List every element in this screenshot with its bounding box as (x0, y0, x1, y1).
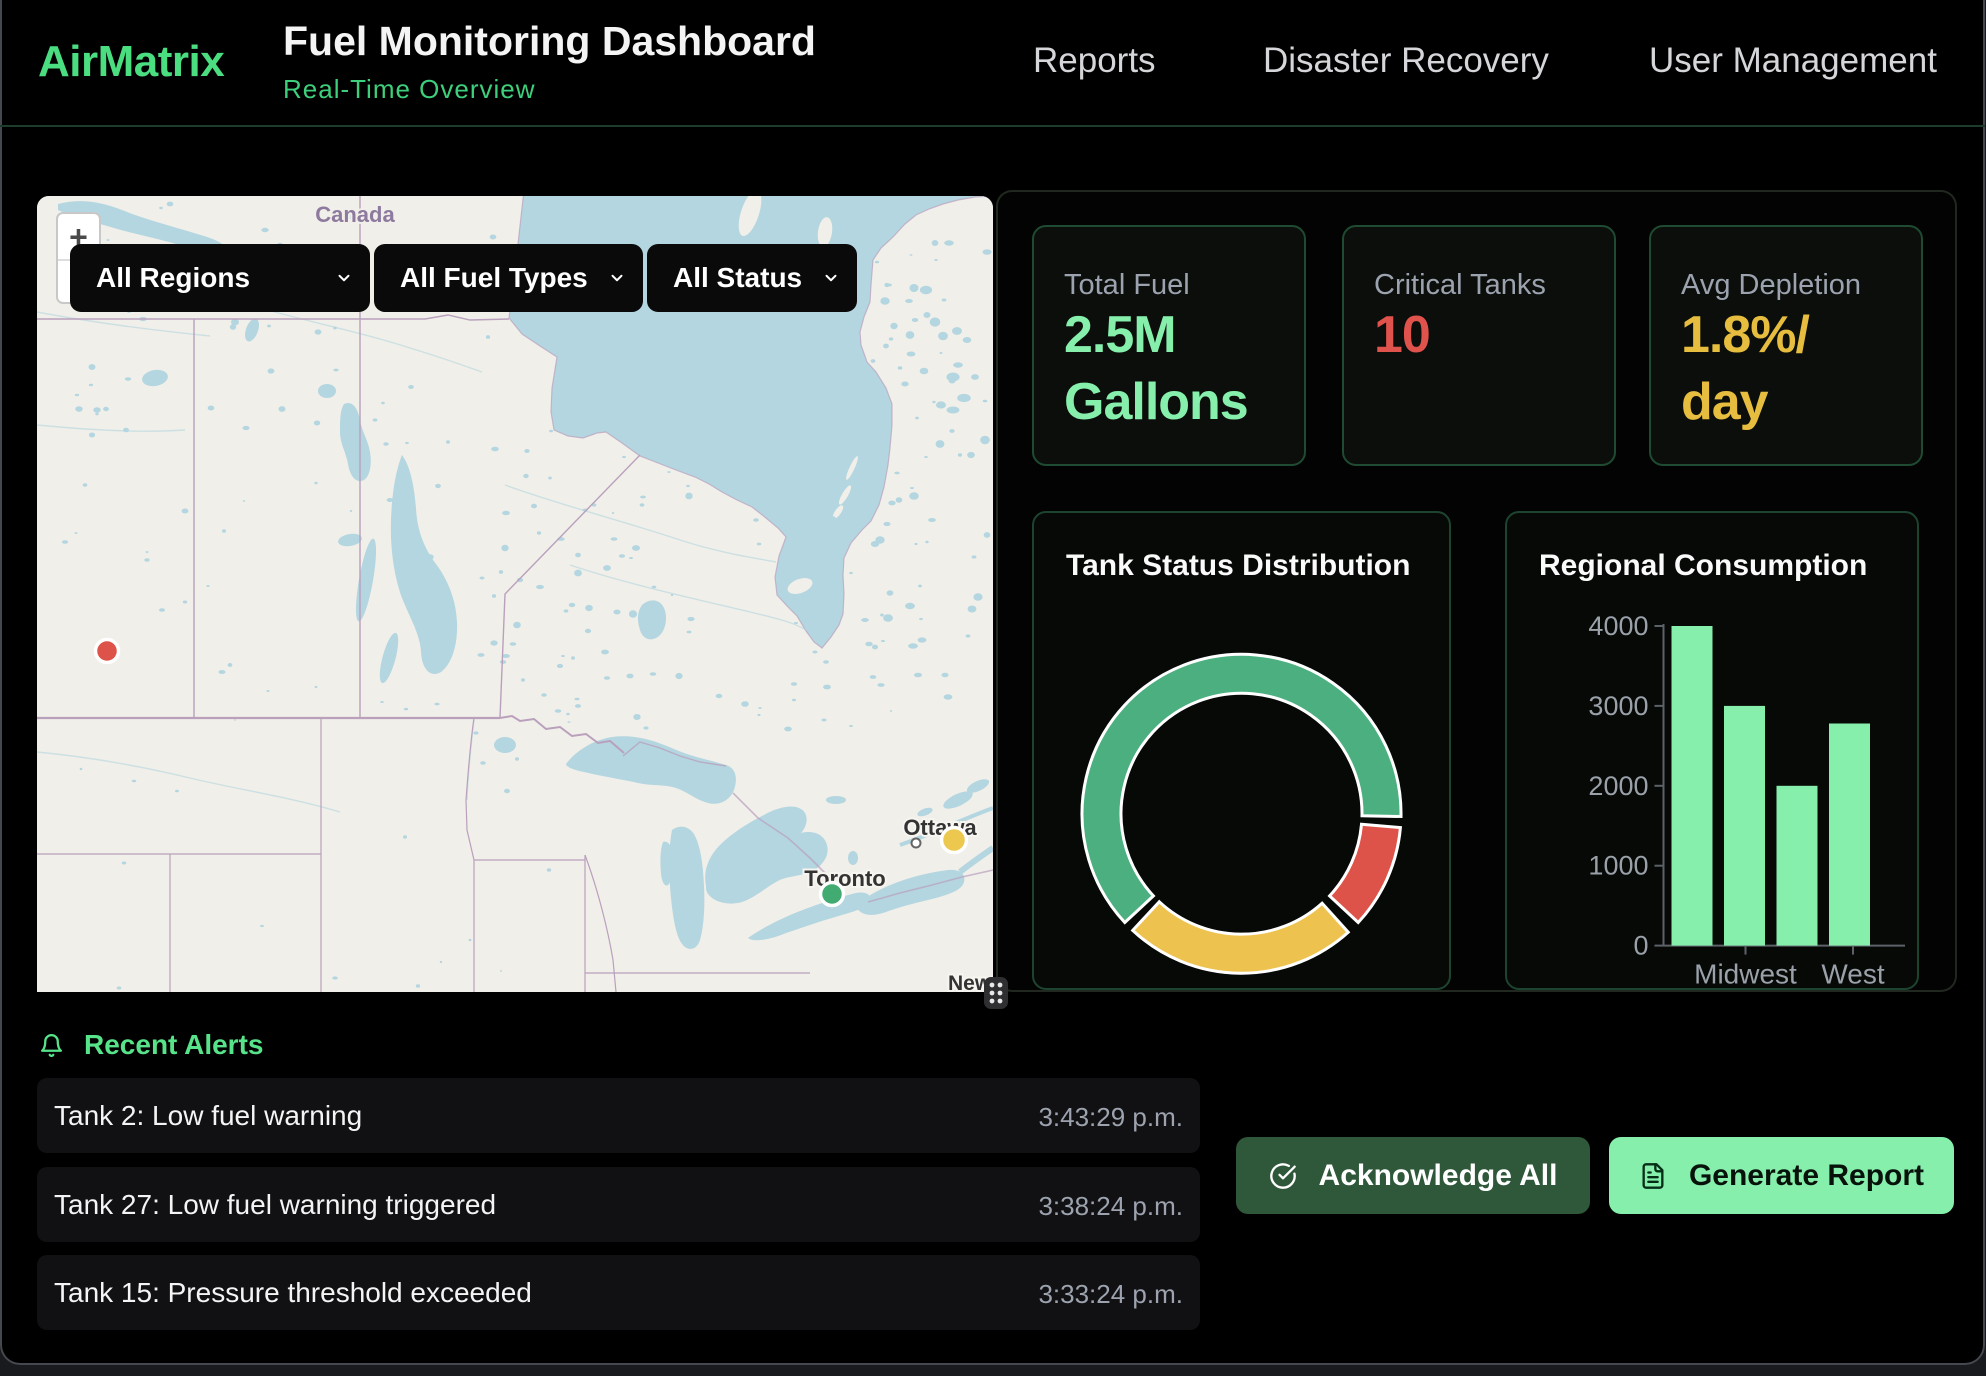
svg-text:3000: 3000 (1588, 691, 1648, 721)
svg-text:Canada: Canada (315, 202, 395, 227)
svg-text:Toronto: Toronto (804, 866, 885, 891)
svg-text:West: West (1821, 959, 1884, 990)
svg-text:0: 0 (1633, 931, 1648, 961)
svg-text:4000: 4000 (1588, 611, 1648, 641)
svg-text:1000: 1000 (1588, 851, 1648, 881)
svg-text:2000: 2000 (1588, 771, 1648, 801)
svg-text:Midwest: Midwest (1694, 959, 1797, 990)
